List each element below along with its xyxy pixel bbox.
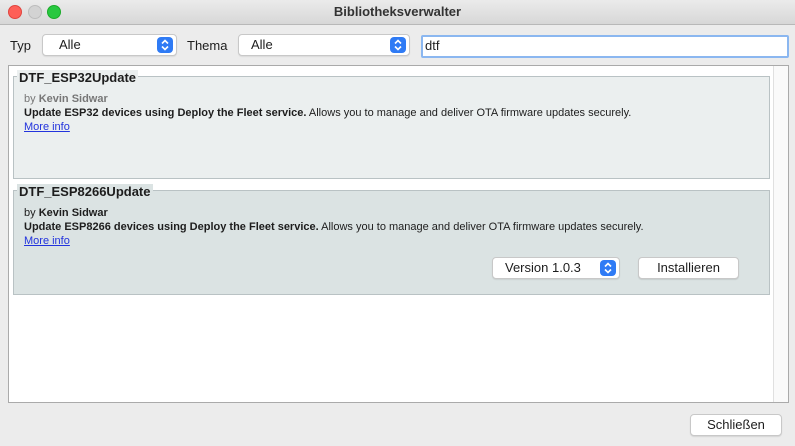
close-button[interactable]: Schließen [690,414,782,436]
type-select[interactable]: Alle [42,34,177,56]
description-bold: Update ESP8266 devices using Deploy the … [24,221,319,233]
by-prefix: by [24,207,36,219]
library-author-line: by Kevin Sidwar [24,93,108,105]
by-prefix: by [24,93,36,105]
library-list[interactable]: DTF_ESP32Update by Kevin Sidwar Update E… [8,65,789,403]
description-rest: Allows you to manage and deliver OTA fir… [318,221,644,233]
install-button[interactable]: Installieren [638,257,739,279]
topic-select-value: Alle [251,37,273,52]
select-arrows-icon [600,260,616,276]
description-rest: Allows you to manage and deliver OTA fir… [306,107,632,119]
search-input-value: dtf [425,38,440,53]
library-entry-selected[interactable]: DTF_ESP8266Update by Kevin Sidwar Update… [13,184,770,295]
title-bar: Bibliotheksverwalter [0,0,795,25]
library-author: Kevin Sidwar [38,207,108,219]
library-description: Update ESP32 devices using Deploy the Fl… [24,107,631,119]
library-author: Kevin Sidwar [38,93,108,105]
type-label: Typ [10,38,31,53]
library-author-line: by Kevin Sidwar [24,207,108,219]
more-info-link[interactable]: More info [24,121,70,133]
window-title: Bibliotheksverwalter [333,4,462,19]
library-name: DTF_ESP8266Update [17,184,153,199]
library-name: DTF_ESP32Update [17,70,139,85]
search-input[interactable]: dtf [421,35,789,58]
description-bold: Update ESP32 devices using Deploy the Fl… [24,107,307,119]
library-description: Update ESP8266 devices using Deploy the … [24,221,644,233]
topic-label: Thema [187,38,228,53]
topic-select[interactable]: Alle [238,34,410,56]
type-select-value: Alle [59,37,81,52]
more-info-link[interactable]: More info [24,235,70,247]
version-select[interactable]: Version 1.0.3 [492,257,620,279]
version-select-value: Version 1.0.3 [505,260,581,275]
select-arrows-icon [390,37,406,53]
select-arrows-icon [157,37,173,53]
scrollbar-track[interactable] [773,66,788,402]
library-entry[interactable]: DTF_ESP32Update by Kevin Sidwar Update E… [13,70,770,179]
